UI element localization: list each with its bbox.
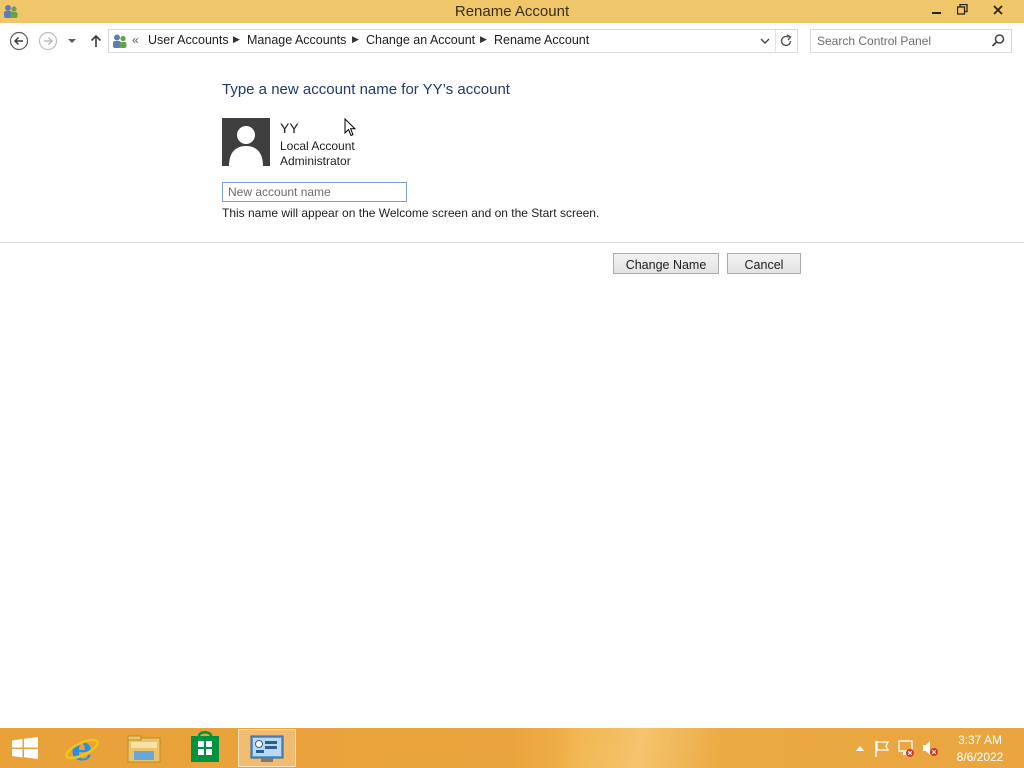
close-icon	[993, 5, 1003, 15]
new-account-name-field[interactable]	[222, 182, 407, 202]
windows-start-icon[interactable]	[0, 728, 50, 768]
taskbar-shine	[560, 728, 720, 768]
search-box[interactable]	[810, 29, 1012, 53]
new-account-name-input[interactable]	[228, 184, 400, 199]
up-arrow-icon[interactable]	[86, 31, 106, 51]
account-type: Local Account	[280, 139, 355, 153]
user-name: YY	[280, 120, 299, 136]
forward-arrow-icon[interactable]	[38, 31, 58, 51]
user-avatar-icon	[222, 118, 270, 166]
control-panel-icon	[250, 735, 284, 762]
address-dropdown-icon[interactable]	[758, 33, 772, 49]
chevron-down-icon[interactable]	[65, 31, 79, 51]
user-accounts-icon	[113, 34, 127, 48]
network-icon[interactable]	[897, 728, 915, 768]
breadcrumb-overflow[interactable]: «	[132, 33, 139, 47]
show-hidden-icons-icon[interactable]	[851, 728, 869, 768]
window-title: Rename Account	[454, 3, 570, 20]
divider	[775, 30, 776, 52]
navigation-bar: « User Accounts ▶ Manage Accounts ▶ Chan…	[0, 23, 1024, 59]
refresh-icon[interactable]	[778, 33, 794, 49]
breadcrumb-separator-icon[interactable]: ▶	[233, 34, 240, 45]
close-button[interactable]	[976, 0, 1020, 21]
breadcrumb-separator-icon[interactable]: ▶	[352, 34, 359, 45]
clock-date[interactable]: 8/6/2022	[950, 750, 1010, 764]
breadcrumb-rename-account[interactable]: Rename Account	[494, 33, 589, 47]
mouse-pointer-icon	[344, 118, 356, 137]
breadcrumb-user-accounts[interactable]: User Accounts	[148, 33, 229, 47]
divider	[0, 242, 1024, 243]
clock-time[interactable]: 3:37 AM	[950, 733, 1010, 747]
control-panel-taskbar-button[interactable]	[238, 729, 296, 767]
search-input[interactable]	[817, 32, 985, 49]
internet-explorer-icon[interactable]: e	[54, 728, 110, 768]
action-center-flag-icon[interactable]	[873, 728, 891, 768]
account-role: Administrator	[280, 154, 351, 168]
hint-text: This name will appear on the Welcome scr…	[222, 206, 600, 220]
back-arrow-icon[interactable]	[9, 31, 29, 51]
svg-text:e: e	[71, 729, 93, 768]
search-icon[interactable]	[991, 33, 1006, 48]
taskbar: e	[0, 728, 1024, 768]
address-bar[interactable]: « User Accounts ▶ Manage Accounts ▶ Chan…	[108, 29, 798, 53]
cancel-button[interactable]: Cancel	[727, 253, 801, 274]
page-title: Type a new account name for YY’s account	[222, 81, 510, 98]
breadcrumb-manage-accounts[interactable]: Manage Accounts	[247, 33, 346, 47]
breadcrumb-separator-icon[interactable]: ▶	[480, 34, 487, 45]
restore-button[interactable]	[950, 0, 974, 21]
windows-store-icon[interactable]	[177, 728, 233, 768]
title-bar: Rename Account	[0, 0, 1024, 23]
change-name-button[interactable]: Change Name	[613, 253, 719, 274]
breadcrumb-change-an-account[interactable]: Change an Account	[366, 33, 475, 47]
minimize-button[interactable]	[925, 0, 949, 21]
file-explorer-icon[interactable]	[116, 728, 172, 768]
restore-icon	[956, 3, 968, 15]
volume-muted-icon[interactable]	[921, 728, 939, 768]
minimize-icon	[932, 12, 941, 14]
